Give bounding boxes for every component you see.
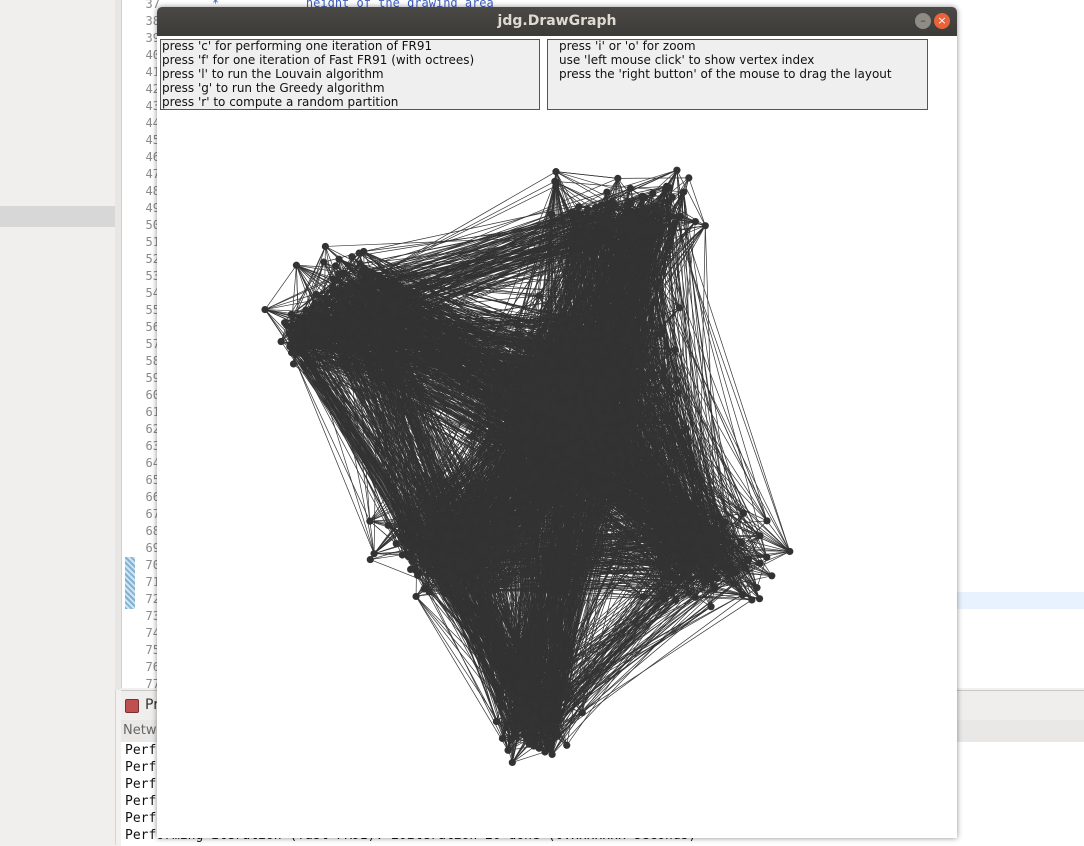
- line-number: 57: [122, 336, 160, 353]
- line-number-ruler: 3738394041424344454647484950515253545556…: [122, 0, 160, 688]
- line-number: 55: [122, 302, 160, 319]
- line-number: 50: [122, 217, 160, 234]
- window-titlebar[interactable]: jdg.DrawGraph – ×: [157, 7, 957, 36]
- line-number: 64: [122, 455, 160, 472]
- line-number: 48: [122, 183, 160, 200]
- line-number: 40: [122, 47, 160, 64]
- line-number: 73: [122, 608, 160, 625]
- graph-drawing[interactable]: [157, 36, 957, 838]
- line-number: 61: [122, 404, 160, 421]
- line-number: 41: [122, 64, 160, 81]
- line-number: 51: [122, 234, 160, 251]
- line-number: 62: [122, 421, 160, 438]
- line-number: 38: [122, 13, 160, 30]
- line-number: 74: [122, 625, 160, 642]
- line-number: 65: [122, 472, 160, 489]
- line-number: 46: [122, 149, 160, 166]
- console-process-label: Netw: [123, 723, 156, 738]
- line-number: 43: [122, 98, 160, 115]
- line-number: 75: [122, 642, 160, 659]
- problems-icon[interactable]: [125, 699, 139, 713]
- line-number: 60: [122, 387, 160, 404]
- line-number: 58: [122, 353, 160, 370]
- line-number: 37: [122, 0, 160, 13]
- line-number: 47: [122, 166, 160, 183]
- line-number: 59: [122, 370, 160, 387]
- line-number: 67: [122, 506, 160, 523]
- window-title: jdg.DrawGraph: [157, 13, 957, 29]
- line-number: 45: [122, 132, 160, 149]
- line-number: 54: [122, 285, 160, 302]
- line-number: 52: [122, 251, 160, 268]
- line-number: 69: [122, 540, 160, 557]
- selected-tree-item[interactable]: [0, 206, 115, 227]
- line-number: 66: [122, 489, 160, 506]
- current-line-highlight: [957, 592, 1084, 609]
- line-number: 44: [122, 115, 160, 132]
- line-number: 56: [122, 319, 160, 336]
- line-number: 68: [122, 523, 160, 540]
- close-button[interactable]: ×: [934, 13, 950, 29]
- minimize-button[interactable]: –: [915, 13, 931, 29]
- project-explorer-panel: [0, 0, 116, 845]
- line-number: 42: [122, 81, 160, 98]
- line-number: 63: [122, 438, 160, 455]
- line-number: 49: [122, 200, 160, 217]
- graph-canvas[interactable]: press 'c' for performing one iteration o…: [157, 36, 957, 838]
- line-number: 76: [122, 659, 160, 676]
- drawgraph-window: jdg.DrawGraph – × press 'c' for performi…: [157, 7, 957, 838]
- line-number: 39: [122, 30, 160, 47]
- line-number: 53: [122, 268, 160, 285]
- change-marker: [125, 557, 135, 609]
